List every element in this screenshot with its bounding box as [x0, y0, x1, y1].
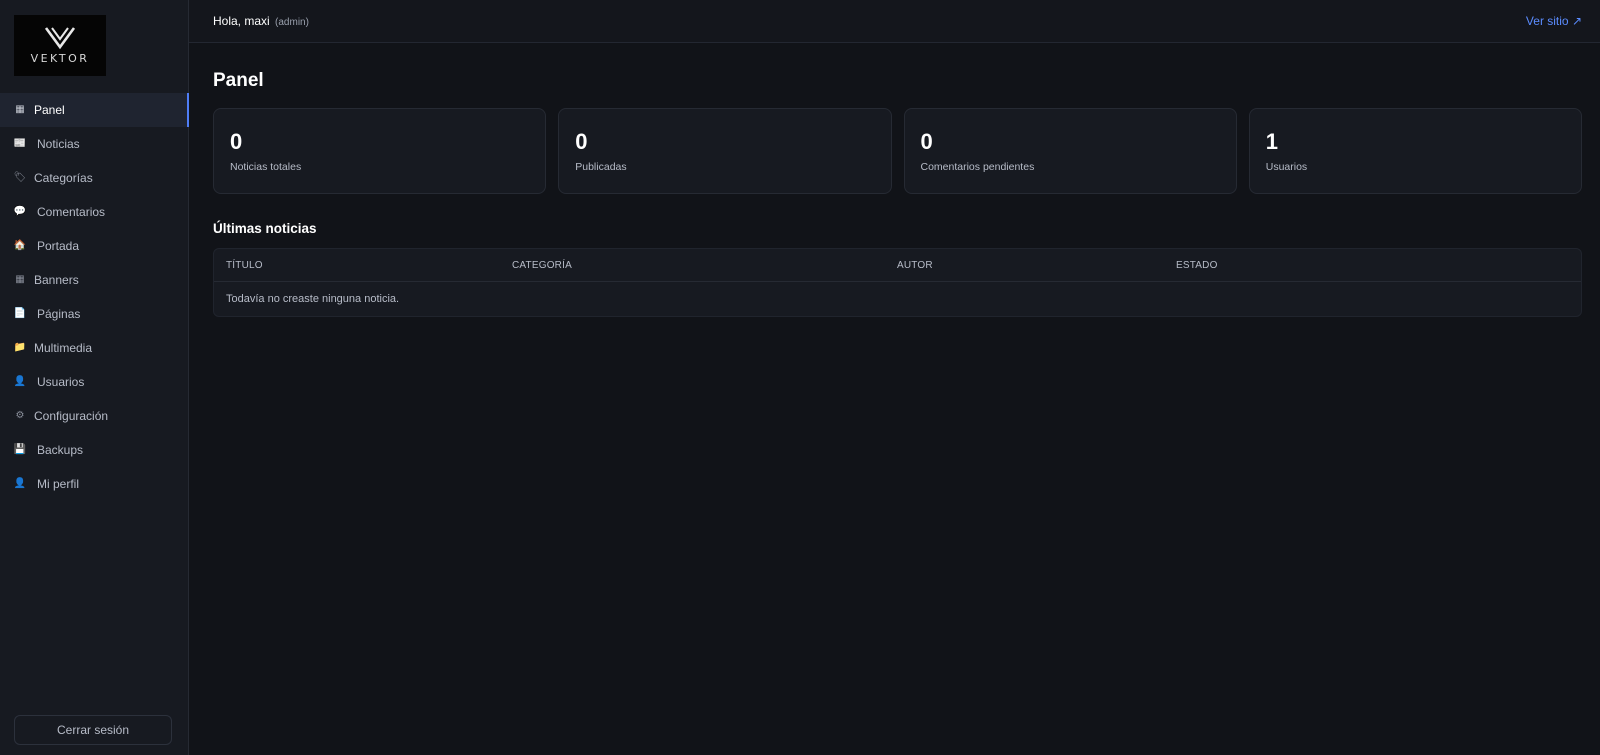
sidebar-item-label: Configuración — [34, 409, 109, 423]
column-author: AUTOR — [897, 259, 933, 271]
sidebar-item-label: Categorías — [34, 171, 93, 185]
sidebar-item-banners[interactable]: ▦ Banners — [0, 263, 189, 297]
view-site-link[interactable]: Ver sitio ↗ — [1526, 14, 1582, 28]
sidebar-item-mi-perfil[interactable]: 👤 Mi perfil — [0, 467, 189, 501]
newspaper-icon: 📰 — [13, 138, 27, 149]
top-bar: Hola, maxi (admin) Ver sitio ↗ — [189, 0, 1600, 43]
table-header: TÍTULO CATEGORÍA AUTOR ESTADO — [214, 249, 1581, 282]
sidebar-item-noticias[interactable]: 📰 Noticias — [0, 127, 189, 161]
sidebar-item-portada[interactable]: 🏠 Portada — [0, 229, 189, 263]
stat-value: 1 — [1265, 129, 1278, 154]
stat-label: Publicadas — [575, 161, 627, 173]
sidebar-item-label: Portada — [37, 239, 80, 253]
sidebar-item-categorias[interactable]: 🏷 Categorías — [0, 161, 189, 195]
column-category: CATEGORÍA — [512, 259, 572, 271]
sidebar-item-label: Multimedia — [34, 341, 93, 355]
stat-value: 0 — [575, 129, 588, 154]
stat-value: 0 — [230, 129, 243, 154]
stat-label: Comentarios pendientes — [920, 161, 1035, 173]
page-icon: 📄 — [13, 308, 27, 319]
stat-card-users: 1 Usuarios — [1248, 108, 1582, 194]
sidebar-item-label: Mi perfil — [37, 477, 80, 491]
sidebar-item-label: Comentarios — [37, 205, 106, 219]
dashboard-content: Panel 0 Noticias totales 0 Publicadas 0 … — [189, 70, 1600, 317]
sidebar-item-label: Páginas — [37, 307, 81, 321]
column-status: ESTADO — [1176, 259, 1218, 271]
banner-icon: ▦ — [15, 274, 25, 285]
stat-card-published: 0 Publicadas — [558, 108, 892, 194]
grid-icon: ▦ — [15, 104, 25, 115]
vektor-logo[interactable]: VEKTOR — [14, 15, 106, 76]
sidebar-item-usuarios[interactable]: 👤 Usuarios — [0, 365, 189, 399]
profile-icon: 👤 — [13, 478, 27, 489]
column-title: TÍTULO — [226, 259, 263, 271]
sidebar-item-backups[interactable]: 💾 Backups — [0, 433, 189, 467]
logout-button[interactable]: Cerrar sesión — [14, 715, 172, 745]
sidebar-item-configuracion[interactable]: ⚙ Configuración — [0, 399, 189, 433]
sidebar-item-label: Panel — [34, 103, 65, 117]
stat-card-total-news: 0 Noticias totales — [213, 108, 547, 194]
stat-value: 0 — [920, 129, 933, 154]
tag-icon: 🏷 — [13, 172, 27, 183]
home-icon: 🏠 — [13, 240, 27, 251]
latest-news-table: TÍTULO CATEGORÍA AUTOR ESTADO Todavía no… — [213, 248, 1582, 317]
user-icon: 👤 — [13, 376, 27, 387]
sidebar-item-multimedia[interactable]: 📁 Multimedia — [0, 331, 189, 365]
comment-icon: 💬 — [13, 206, 27, 217]
main-area: Hola, maxi (admin) Ver sitio ↗ Panel 0 N… — [189, 0, 1600, 755]
empty-table-message: Todavía no creaste ninguna noticia. — [226, 293, 400, 305]
sidebar-item-label: Noticias — [37, 137, 80, 151]
greeting-text: Hola, maxi — [213, 14, 270, 28]
page-title: Panel — [213, 70, 264, 91]
sidebar-item-label: Banners — [34, 273, 79, 287]
role-badge: (admin) — [275, 17, 309, 28]
sidebar: VEKTOR ▦ Panel 📰 Noticias 🏷 Categorías 💬 Coment… — [0, 0, 189, 755]
folder-icon: 📁 — [13, 342, 27, 353]
sidebar-item-paginas[interactable]: 📄 Páginas — [0, 297, 189, 331]
latest-news-title: Últimas noticias — [213, 221, 317, 236]
sidebar-item-label: Usuarios — [37, 375, 85, 389]
sidebar-item-comentarios[interactable]: 💬 Comentarios — [0, 195, 189, 229]
save-icon: 💾 — [13, 444, 27, 455]
gear-icon: ⚙ — [15, 410, 25, 421]
stat-label: Noticias totales — [230, 161, 302, 173]
stat-label: Usuarios — [1265, 161, 1308, 173]
app: VEKTOR ▦ Panel 📰 Noticias 🏷 Categorías 💬 Coment… — [0, 0, 1600, 755]
sidebar-item-label: Backups — [37, 443, 84, 457]
vektor-v-icon — [44, 27, 76, 50]
sidebar-nav: ▦ Panel 📰 Noticias 🏷 Categorías 💬 Comentarios 🏠 P… — [0, 93, 189, 501]
stat-card-pending-comments: 0 Comentarios pendientes — [903, 108, 1237, 194]
logo-text: VEKTOR — [30, 52, 90, 65]
sidebar-item-panel[interactable]: ▦ Panel — [0, 93, 189, 127]
stats-row: 0 Noticias totales 0 Publicadas 0 Coment… — [213, 108, 1582, 194]
greeting: Hola, maxi (admin) — [213, 14, 309, 28]
